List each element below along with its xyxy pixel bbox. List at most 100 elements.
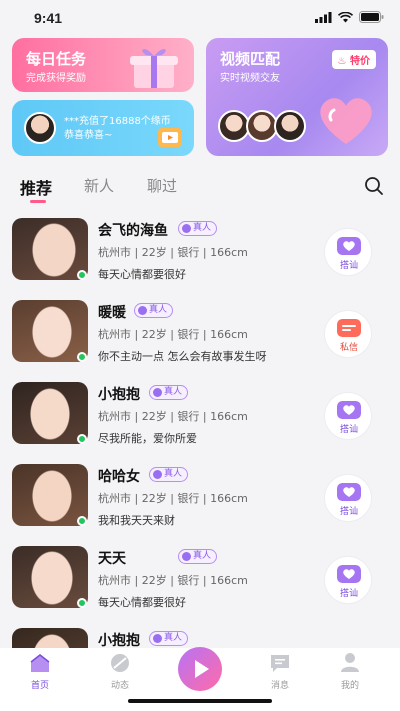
user-info: 杭州市 | 22岁 | 银行 | 166cm [98,246,248,259]
user-photo[interactable] [12,218,88,280]
battery-icon [359,11,384,23]
daily-task-card[interactable]: 每日任务 完成获得奖励 [12,38,194,92]
signal-icon [315,11,332,23]
verified-label: 真人 [193,223,212,233]
verified-label: 真人 [164,633,183,643]
verified-shield-icon [138,306,147,315]
verified-shield-icon [182,224,191,233]
moments-icon [111,654,129,672]
nav-profile-label: 我的 [340,681,359,691]
greet-label: 搭讪 [339,425,358,435]
special-price-badge: ♨ 特价 [331,50,376,69]
list-item[interactable]: 暖暖 真人 杭州市 | 22岁 | 银行 | 166cm 你不主动一点 怎么会有… [0,294,400,376]
greet-label: 搭讪 [339,261,358,271]
wifi-icon [338,11,353,22]
greet-button[interactable]: 搭讪 [324,474,372,522]
tab-recommend[interactable]: 推荐 [20,175,52,199]
message-button[interactable]: 私信 [324,310,372,358]
nav-moments-label: 动态 [110,681,129,691]
online-indicator [77,352,87,362]
greet-label: 搭讪 [339,507,358,517]
greet-button[interactable]: 搭讪 [324,392,372,440]
verified-shield-icon [153,634,162,643]
user-info: 杭州市 | 22岁 | 银行 | 166cm [98,328,248,341]
user-name: 会飞的海鱼 [98,223,168,239]
user-name: 小抱抱 [98,633,140,648]
greet-button[interactable]: 搭讪 [324,228,372,276]
user-info: 杭州市 | 22岁 | 银行 | 166cm [98,574,248,587]
list-item[interactable]: 会飞的海鱼 真人 杭州市 | 22岁 | 银行 | 166cm 每天心情都要很好… [0,212,400,294]
greet-button[interactable]: 搭讪 [324,556,372,604]
user-name: 哈哈女 [98,469,140,485]
verified-badge: 真人 [178,549,218,564]
recharge-text: ***充值了16888个缘币 恭喜恭喜~ [64,115,171,143]
status-bar: 9:41 [0,0,400,34]
verified-label: 真人 [164,469,183,479]
recharge-line2: 恭喜恭喜~ [64,130,113,141]
online-indicator [77,598,87,608]
message-label: 私信 [339,343,358,353]
user-photo[interactable] [12,628,88,648]
chat-heart-icon [337,237,361,255]
list-item[interactable]: 小抱抱 真人 [0,622,400,648]
verified-badge: 真人 [178,221,218,236]
gift-box-icon [130,48,178,88]
chat-heart-icon [337,565,361,583]
user-info: 杭州市 | 22岁 | 银行 | 166cm [98,410,248,423]
status-time: 9:41 [34,10,63,26]
feed-tabs: 推荐 新人 聊过 [0,168,400,208]
message-icon [337,319,361,337]
user-list: 会飞的海鱼 真人 杭州市 | 22岁 | 银行 | 166cm 每天心情都要很好… [0,212,400,648]
recharge-banner[interactable]: ***充值了16888个缘币 恭喜恭喜~ [12,100,194,156]
user-name: 小抱抱 [98,387,140,403]
daily-task-subtitle: 完成获得奖励 [26,73,86,84]
verified-badge: 真人 [149,385,189,400]
greet-label: 搭讪 [339,589,358,599]
status-icons [315,11,384,23]
tab-chatted[interactable]: 聊过 [147,175,177,196]
user-bio: 尽我所能，爱你所爱 [98,432,197,445]
verified-badge: 真人 [149,631,189,646]
verified-shield-icon [182,552,191,561]
daily-task-title: 每日任务 [26,50,87,68]
recharge-user-avatar [24,112,56,144]
video-match-card[interactable]: 视频匹配 实时视频交友 ♨ 特价 [206,38,388,156]
play-icon [195,660,209,678]
video-match-subtitle: 实时视频交友 [220,73,280,84]
list-item[interactable]: 天天 真人 杭州市 | 22岁 | 银行 | 166cm 每天心情都要很好 搭讪 [0,540,400,622]
user-photo[interactable] [12,546,88,608]
chat-heart-icon [337,483,361,501]
verified-label: 真人 [149,305,168,315]
profile-icon [341,653,359,672]
match-avatar-3 [274,110,306,142]
verified-shield-icon [153,388,162,397]
online-indicator [77,516,87,526]
tv-coin-icon [158,128,182,147]
user-bio: 我和我天天来财 [98,514,175,527]
user-photo[interactable] [12,464,88,526]
heart-icon [320,98,372,144]
tab-newcomers[interactable]: 新人 [84,175,114,196]
verified-badge: 真人 [134,303,174,318]
video-match-title: 视频匹配 [220,50,281,68]
search-icon[interactable] [364,176,384,196]
message-nav-icon [271,655,289,672]
home-icon [30,654,50,672]
verified-label: 真人 [193,551,212,561]
chat-heart-icon [337,401,361,419]
active-tab-indicator [30,200,46,203]
verified-badge: 真人 [149,467,189,482]
user-bio: 你不主动一点 怎么会有故事发生呀 [98,350,267,363]
user-photo[interactable] [12,300,88,362]
home-indicator [128,699,272,703]
list-item[interactable]: 小抱抱 真人 杭州市 | 22岁 | 银行 | 166cm 尽我所能，爱你所爱 … [0,376,400,458]
special-price-label: 特价 [350,56,370,67]
user-photo[interactable] [12,382,88,444]
user-info: 杭州市 | 22岁 | 银行 | 166cm [98,492,248,505]
list-item[interactable]: 哈哈女 真人 杭州市 | 22岁 | 银行 | 166cm 我和我天天来财 搭讪 [0,458,400,540]
online-indicator [77,270,87,280]
nav-messages-label: 消息 [270,681,289,691]
user-name: 天天 [98,551,126,567]
nav-home-label: 首页 [30,681,49,691]
play-button[interactable] [178,647,222,691]
